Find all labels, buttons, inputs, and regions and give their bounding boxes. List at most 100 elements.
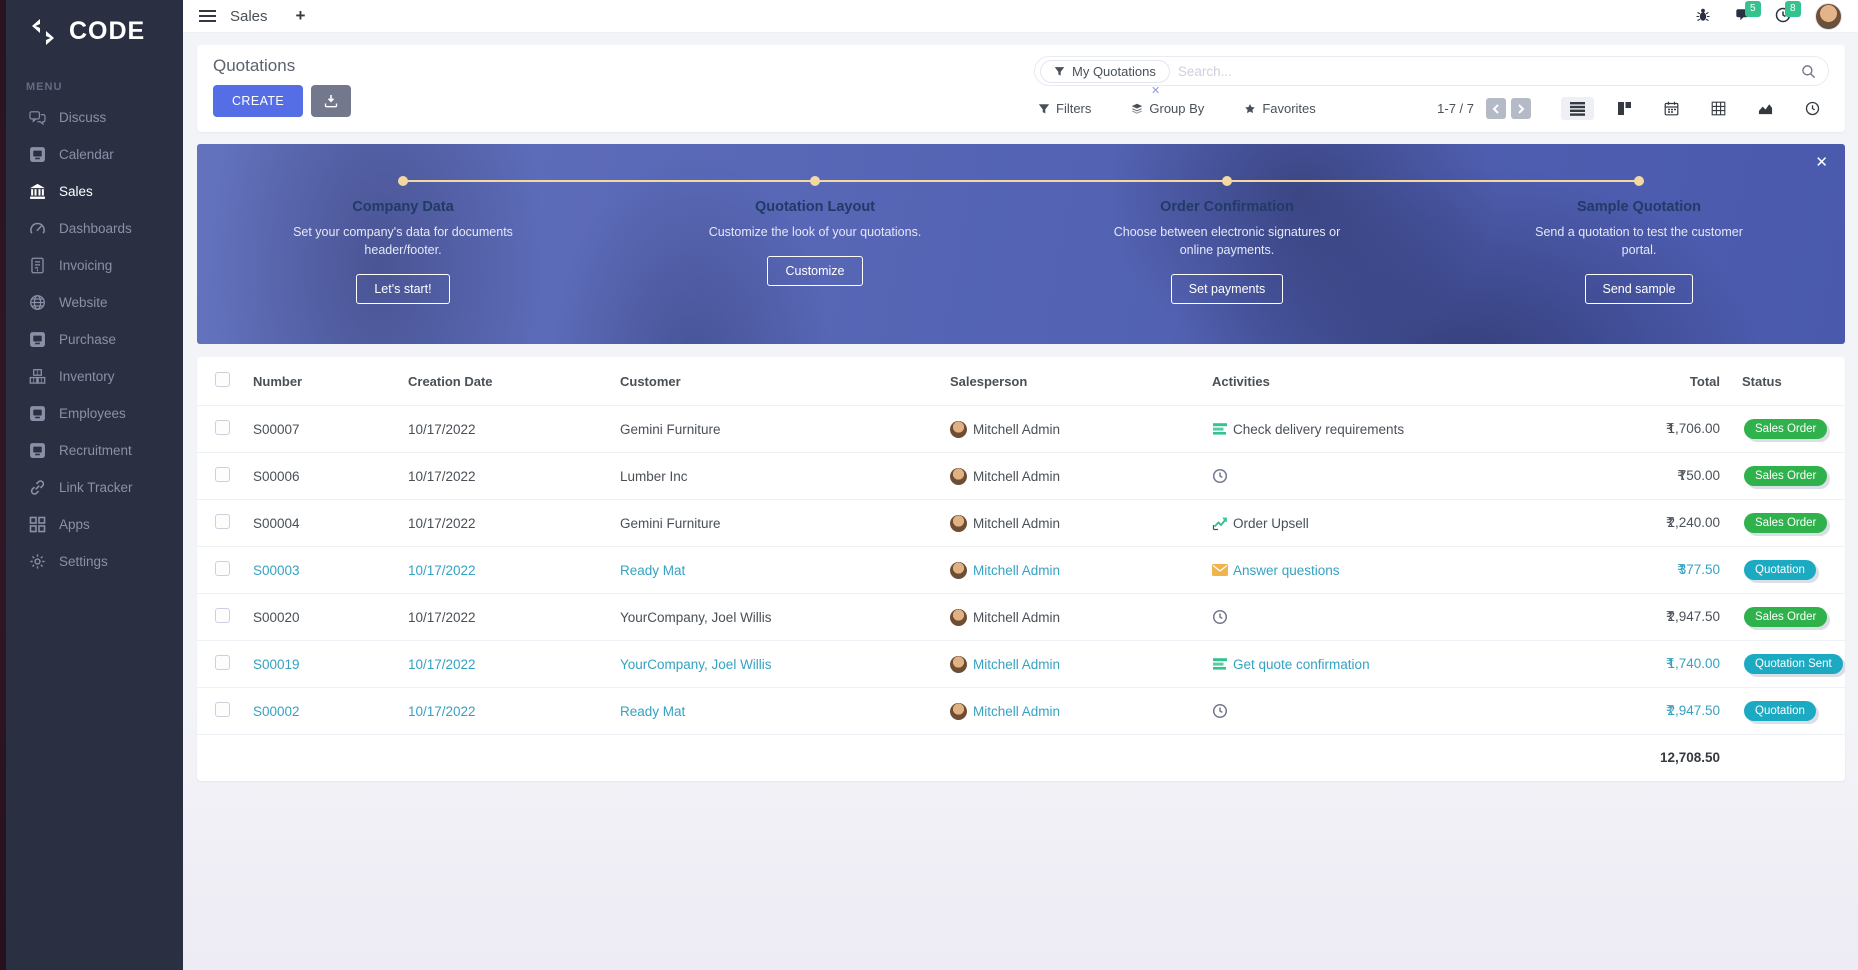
sidebar-item-inventory[interactable]: Inventory xyxy=(6,358,183,395)
search-input[interactable] xyxy=(1170,64,1794,79)
onboarding-steps: Company DataSet your company's data for … xyxy=(197,144,1845,344)
total-amount: 1,740.00 xyxy=(1667,656,1720,671)
column-header-status[interactable]: Status xyxy=(1734,357,1845,406)
activity-button[interactable] xyxy=(1212,609,1616,625)
apps-menu-toggle-icon[interactable] xyxy=(199,9,216,23)
tasks-activity-icon xyxy=(1212,421,1228,437)
search-facet-my-quotations[interactable]: My Quotations xyxy=(1040,60,1170,83)
group-by-button[interactable]: Group By xyxy=(1131,101,1204,116)
clock-activity-icon xyxy=(1212,703,1228,719)
view-pivot-button[interactable] xyxy=(1702,97,1735,120)
filters-button[interactable]: Filters xyxy=(1038,101,1091,116)
sidebar-item-label: Dashboards xyxy=(59,221,132,236)
grid-icon xyxy=(29,516,46,533)
sidebar-item-recruitment[interactable]: Recruitment xyxy=(6,432,183,469)
sidebar-item-settings[interactable]: Settings xyxy=(6,543,183,580)
total-amount: 750.00 xyxy=(1679,468,1720,483)
bank-icon xyxy=(29,183,46,200)
step-dot xyxy=(810,176,820,186)
user-avatar[interactable] xyxy=(1815,3,1842,30)
facet-remove-icon[interactable]: ✕ xyxy=(1151,84,1160,97)
table-row[interactable]: S0002010/17/2022YourCompany, Joel Willis… xyxy=(197,594,1845,641)
sidebar-item-discuss[interactable]: Discuss xyxy=(6,99,183,136)
search-icon[interactable] xyxy=(1801,64,1816,84)
table-row[interactable]: S0000710/17/2022Gemini FurnitureMitchell… xyxy=(197,406,1845,453)
row-checkbox[interactable] xyxy=(215,561,230,576)
sidebar-item-invoicing[interactable]: Invoicing xyxy=(6,247,183,284)
row-checkbox[interactable] xyxy=(215,608,230,623)
column-header-creation-date[interactable]: Creation Date xyxy=(400,357,612,406)
row-checkbox[interactable] xyxy=(215,702,230,717)
filter-funnel-icon xyxy=(1054,66,1065,77)
view-activity-button[interactable] xyxy=(1796,97,1829,120)
column-header-salesperson[interactable]: Salesperson xyxy=(942,357,1204,406)
column-header-total[interactable]: Total xyxy=(1624,357,1734,406)
row-checkbox[interactable] xyxy=(215,420,230,435)
cell-activities: Answer questions xyxy=(1204,547,1624,594)
sidebar: CODE MENU Discuss Calendar Sales Dashboards… xyxy=(6,0,183,970)
pager-next-button[interactable] xyxy=(1511,98,1531,119)
new-tab-plus-icon[interactable]: + xyxy=(296,6,306,26)
favorites-button[interactable]: Favorites xyxy=(1244,101,1315,116)
create-button[interactable]: CREATE xyxy=(213,85,303,117)
table-row[interactable]: S0000410/17/2022Gemini FurnitureMitchell… xyxy=(197,500,1845,547)
row-checkbox[interactable] xyxy=(215,514,230,529)
column-header-number[interactable]: Number xyxy=(245,357,400,406)
cell-activities xyxy=(1204,453,1624,500)
table-row[interactable]: S0001910/17/2022YourCompany, Joel Willis… xyxy=(197,641,1845,688)
sidebar-item-apps[interactable]: Apps xyxy=(6,506,183,543)
step-action-button[interactable]: Let's start! xyxy=(356,274,449,304)
view-graph-button[interactable] xyxy=(1749,97,1782,120)
step-action-button[interactable]: Send sample xyxy=(1585,274,1694,304)
table-row[interactable]: S0000310/17/2022Ready MatMitchell AdminA… xyxy=(197,547,1845,594)
gauge-icon xyxy=(29,220,46,237)
cell-salesperson: Mitchell Admin xyxy=(942,641,1204,688)
search-bar[interactable]: My Quotations ✕ xyxy=(1034,56,1829,86)
view-calendar-button[interactable] xyxy=(1655,97,1688,120)
pivot-view-icon xyxy=(1711,101,1726,116)
activity-button[interactable]: Order Upsell xyxy=(1212,515,1616,531)
messages-icon[interactable]: 5 xyxy=(1735,7,1753,25)
column-header-activities[interactable]: Activities xyxy=(1204,357,1624,406)
column-header-customer[interactable]: Customer xyxy=(612,357,942,406)
topbar: Sales + 5 8 xyxy=(183,0,1858,33)
activities-clock-icon[interactable]: 8 xyxy=(1775,7,1793,25)
sidebar-item-sales[interactable]: Sales xyxy=(6,173,183,210)
status-badge: Sales Order xyxy=(1744,419,1827,439)
step-action-button[interactable]: Set payments xyxy=(1171,274,1283,304)
activity-button[interactable]: Check delivery requirements xyxy=(1212,421,1616,437)
brand-logo[interactable]: CODE xyxy=(6,0,183,63)
activity-button[interactable]: Get quote confirmation xyxy=(1212,656,1616,672)
cell-status: Quotation Sent xyxy=(1734,641,1845,688)
sidebar-item-calendar[interactable]: Calendar xyxy=(6,136,183,173)
sidebar-item-link-tracker[interactable]: Link Tracker xyxy=(6,469,183,506)
sidebar-item-purchase[interactable]: Purchase xyxy=(6,321,183,358)
table-row[interactable]: S0000610/17/2022Lumber IncMitchell Admin… xyxy=(197,453,1845,500)
sidebar-menu-label: MENU xyxy=(6,63,183,99)
pager-previous-button[interactable] xyxy=(1486,98,1506,119)
list-view-icon xyxy=(1570,101,1585,116)
activity-button[interactable] xyxy=(1212,703,1616,719)
step-action-button[interactable]: Customize xyxy=(767,256,862,286)
debug-bug-icon[interactable] xyxy=(1695,7,1713,25)
activity-button[interactable]: Answer questions xyxy=(1212,562,1616,578)
sidebar-item-employees[interactable]: Employees xyxy=(6,395,183,432)
sidebar-item-website[interactable]: Website xyxy=(6,284,183,321)
table-row[interactable]: S0000210/17/2022Ready MatMitchell Admin₹… xyxy=(197,688,1845,735)
sidebar-item-label: Calendar xyxy=(59,147,114,162)
cell-salesperson: Mitchell Admin xyxy=(942,547,1204,594)
row-checkbox[interactable] xyxy=(215,467,230,482)
sidebar-item-dashboards[interactable]: Dashboards xyxy=(6,210,183,247)
activity-button[interactable] xyxy=(1212,468,1616,484)
cell-creation-date: 10/17/2022 xyxy=(400,688,612,735)
app-tab-sales[interactable]: Sales xyxy=(230,8,268,25)
view-list-button[interactable] xyxy=(1561,97,1594,120)
layers-icon xyxy=(1131,103,1143,115)
select-all-checkbox[interactable] xyxy=(215,372,230,387)
gear-icon xyxy=(29,553,46,570)
export-button[interactable] xyxy=(311,85,351,117)
cell-activities xyxy=(1204,688,1624,735)
view-kanban-button[interactable] xyxy=(1608,97,1641,120)
cell-activities: Order Upsell xyxy=(1204,500,1624,547)
row-checkbox[interactable] xyxy=(215,655,230,670)
